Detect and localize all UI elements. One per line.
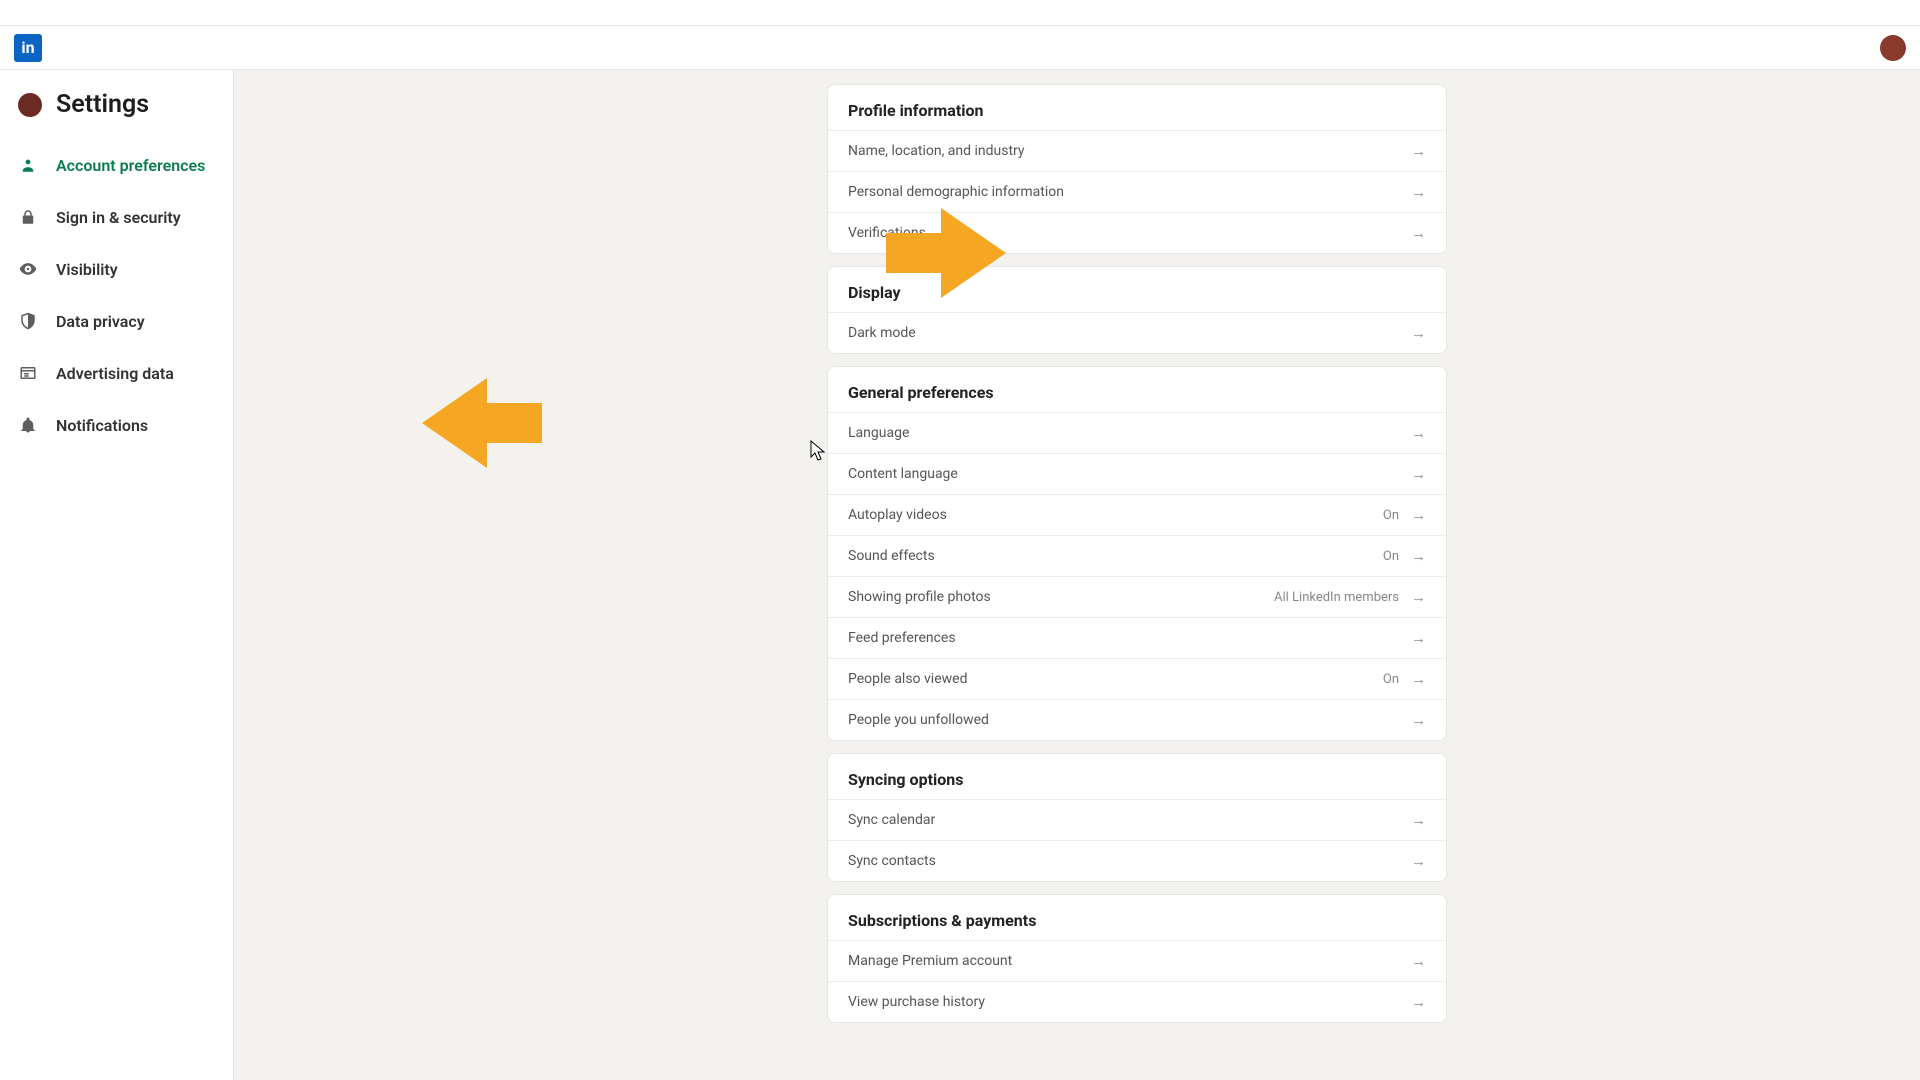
row-value: All LinkedIn members	[1274, 590, 1399, 605]
chevron-right-icon: →	[1411, 672, 1426, 687]
row-label: Sound effects	[848, 548, 935, 564]
sidebar-item-advertising-data[interactable]: Advertising data	[0, 347, 233, 399]
chevron-right-icon: →	[1411, 590, 1426, 605]
annotation-arrow-left	[422, 378, 542, 468]
row-label: Name, location, and industry	[848, 143, 1025, 159]
row-feed-preferences[interactable]: Feed preferences →	[828, 617, 1446, 658]
row-profile-photos[interactable]: Showing profile photos All LinkedIn memb…	[828, 576, 1446, 617]
chevron-right-icon: →	[1411, 549, 1426, 564]
row-sync-calendar[interactable]: Sync calendar →	[828, 799, 1446, 840]
sidebar-item-data-privacy[interactable]: Data privacy	[0, 295, 233, 347]
row-purchase-history[interactable]: View purchase history →	[828, 981, 1446, 1022]
row-content-language[interactable]: Content language →	[828, 453, 1446, 494]
row-label: Feed preferences	[848, 630, 956, 646]
sidebar-item-visibility[interactable]: Visibility	[0, 243, 233, 295]
linkedin-logo[interactable]: in	[14, 34, 42, 62]
mouse-cursor	[810, 440, 826, 462]
row-label: Verifications	[848, 225, 926, 241]
chevron-right-icon: →	[1411, 995, 1426, 1010]
row-label: People you unfollowed	[848, 712, 989, 728]
settings-sidebar: Settings Account preferences Sign in & s…	[0, 70, 234, 1080]
settings-content: Profile information Name, location, and …	[827, 70, 1447, 1075]
newspaper-icon	[18, 363, 38, 383]
row-value: On	[1383, 508, 1399, 523]
sidebar-item-label: Visibility	[56, 260, 118, 279]
chevron-right-icon: →	[1411, 813, 1426, 828]
chevron-right-icon: →	[1411, 326, 1426, 341]
sidebar-item-label: Data privacy	[56, 312, 145, 331]
bell-icon	[18, 415, 38, 435]
card-display: Display Dark mode →	[827, 266, 1447, 354]
page-title: Settings	[56, 90, 149, 119]
row-label: View purchase history	[848, 994, 985, 1010]
card-subscriptions-payments: Subscriptions & payments Manage Premium …	[827, 894, 1447, 1023]
row-dark-mode[interactable]: Dark mode →	[828, 312, 1446, 353]
row-manage-premium[interactable]: Manage Premium account →	[828, 940, 1446, 981]
chevron-right-icon: →	[1411, 631, 1426, 646]
linkedin-logo-text: in	[21, 38, 34, 57]
row-label: Sync calendar	[848, 812, 935, 828]
sidebar-item-notifications[interactable]: Notifications	[0, 399, 233, 451]
chevron-right-icon: →	[1411, 144, 1426, 159]
row-label: Manage Premium account	[848, 953, 1012, 969]
chevron-right-icon: →	[1411, 508, 1426, 523]
row-language[interactable]: Language →	[828, 412, 1446, 453]
chevron-right-icon: →	[1411, 185, 1426, 200]
sidebar-item-label: Notifications	[56, 416, 148, 435]
profile-avatar-top[interactable]	[1880, 35, 1906, 61]
row-label: Language	[848, 425, 909, 441]
row-name-location-industry[interactable]: Name, location, and industry →	[828, 130, 1446, 171]
row-label: People also viewed	[848, 671, 967, 687]
row-sound-effects[interactable]: Sound effects On →	[828, 535, 1446, 576]
row-value: On	[1383, 672, 1399, 687]
chevron-right-icon: →	[1411, 954, 1426, 969]
chevron-right-icon: →	[1411, 854, 1426, 869]
chevron-right-icon: →	[1411, 426, 1426, 441]
settings-main: Profile information Name, location, and …	[234, 70, 1920, 1080]
card-header: Syncing options	[828, 754, 1446, 799]
row-value: On	[1383, 549, 1399, 564]
card-header: Profile information	[828, 85, 1446, 130]
row-verifications[interactable]: Verifications →	[828, 212, 1446, 253]
row-people-unfollowed[interactable]: People you unfollowed →	[828, 699, 1446, 740]
shield-icon	[18, 311, 38, 331]
lock-icon	[18, 207, 38, 227]
row-label: Autoplay videos	[848, 507, 947, 523]
row-label: Personal demographic information	[848, 184, 1064, 200]
browser-chrome-spacer	[0, 0, 1920, 26]
row-label: Dark mode	[848, 325, 916, 341]
person-icon	[18, 155, 38, 175]
top-nav: in	[0, 26, 1920, 70]
row-personal-demographic[interactable]: Personal demographic information →	[828, 171, 1446, 212]
card-syncing-options: Syncing options Sync calendar → Sync con…	[827, 753, 1447, 882]
sidebar-item-label: Sign in & security	[56, 208, 181, 227]
card-header: General preferences	[828, 367, 1446, 412]
sidebar-item-label: Account preferences	[56, 156, 205, 175]
eye-icon	[18, 259, 38, 279]
sidebar-item-account-preferences[interactable]: Account preferences	[0, 139, 233, 191]
sidebar-item-signin-security[interactable]: Sign in & security	[0, 191, 233, 243]
card-header: Subscriptions & payments	[828, 895, 1446, 940]
chevron-right-icon: →	[1411, 226, 1426, 241]
sidebar-item-label: Advertising data	[56, 364, 174, 383]
row-sync-contacts[interactable]: Sync contacts →	[828, 840, 1446, 881]
row-label: Showing profile photos	[848, 589, 991, 605]
card-general-preferences: General preferences Language → Content l…	[827, 366, 1447, 741]
settings-avatar	[18, 93, 42, 117]
card-profile-information: Profile information Name, location, and …	[827, 84, 1447, 254]
row-label: Content language	[848, 466, 958, 482]
chevron-right-icon: →	[1411, 713, 1426, 728]
row-people-also-viewed[interactable]: People also viewed On →	[828, 658, 1446, 699]
card-header: Display	[828, 267, 1446, 312]
chevron-right-icon: →	[1411, 467, 1426, 482]
settings-header: Settings	[0, 86, 233, 139]
row-label: Sync contacts	[848, 853, 936, 869]
row-autoplay-videos[interactable]: Autoplay videos On →	[828, 494, 1446, 535]
